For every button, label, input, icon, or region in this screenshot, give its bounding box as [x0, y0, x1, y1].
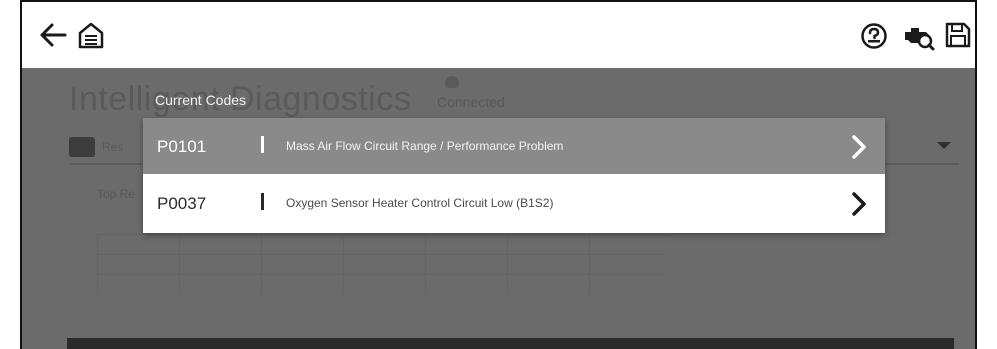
- app-window: Intelligent Diagnostics Connected Res To…: [20, 0, 977, 349]
- dialog-title: Current Codes: [155, 92, 247, 108]
- chevron-right-icon[interactable]: [850, 191, 868, 217]
- current-codes-dialog: P0101 Mass Air Flow Circuit Range / Perf…: [143, 118, 885, 233]
- cloud-icon: [445, 76, 459, 88]
- top-toolbar: [22, 2, 975, 69]
- background-engine-icon: [69, 137, 95, 157]
- background-tab-label: Res: [102, 140, 124, 154]
- dtc-code: P0101: [157, 137, 207, 156]
- background-table: [97, 234, 667, 294]
- code-row[interactable]: P0037 Oxygen Sensor Heater Control Circu…: [143, 175, 885, 231]
- dtc-description: Oxygen Sensor Heater Control Circuit Low…: [286, 196, 554, 210]
- chevron-down-icon: [937, 142, 951, 149]
- dtc-code: P0037: [157, 194, 207, 213]
- background-section-label: Top Re: [97, 187, 136, 201]
- separator: [261, 193, 264, 210]
- code-row[interactable]: P0101 Mass Air Flow Circuit Range / Perf…: [143, 118, 885, 174]
- home-icon[interactable]: [77, 20, 105, 50]
- vehicle-scan-icon[interactable]: [902, 22, 936, 52]
- separator: [261, 136, 264, 153]
- background-bottom-bar: [67, 338, 954, 349]
- dtc-description: Mass Air Flow Circuit Range / Performanc…: [286, 139, 564, 153]
- back-arrow-icon[interactable]: [38, 20, 68, 50]
- help-icon[interactable]: [860, 22, 888, 50]
- save-icon[interactable]: [945, 21, 971, 49]
- background-connection-status: Connected: [437, 94, 505, 110]
- chevron-right-icon[interactable]: [850, 134, 868, 160]
